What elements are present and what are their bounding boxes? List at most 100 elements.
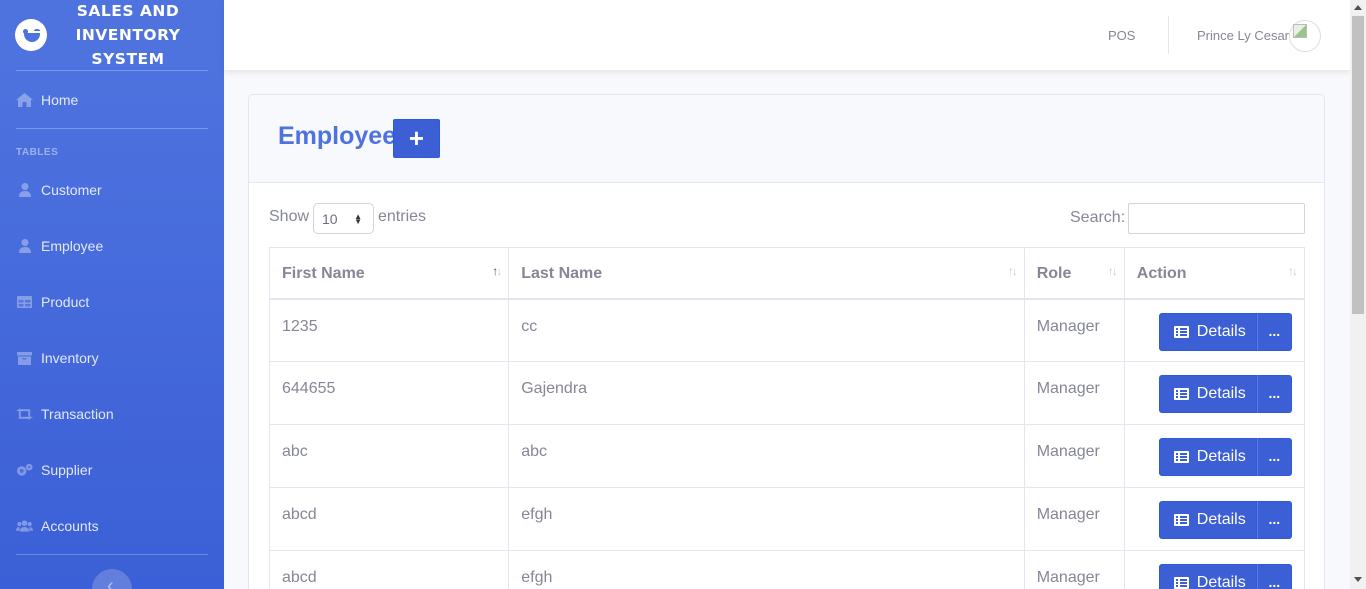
- action-cell: Details ...: [1123, 361, 1306, 425]
- users-icon: [16, 519, 33, 533]
- list-alt-icon: [1173, 451, 1189, 463]
- table-row: 644655 Gajendra Manager Details ...: [268, 361, 1306, 425]
- last-name-cell: efgh: [508, 550, 1025, 589]
- action-cell: Details ...: [1123, 487, 1306, 551]
- show-label: Show: [269, 208, 310, 225]
- column-header-first-name[interactable]: First Name ↑↓: [268, 247, 510, 300]
- more-options-button[interactable]: ...: [1256, 375, 1292, 413]
- details-button[interactable]: Details: [1158, 438, 1257, 476]
- last-name-cell: efgh: [508, 487, 1025, 551]
- sidebar-item-label: Home: [41, 91, 79, 108]
- sidebar-item-product[interactable]: Product: [0, 274, 224, 330]
- card-header: Employee +: [249, 95, 1324, 183]
- action-button-group: Details ...: [1158, 438, 1292, 476]
- last-name-cell: Gajendra: [508, 361, 1025, 425]
- sort-icon: ↑↓: [1107, 264, 1118, 278]
- add-employee-button[interactable]: +: [393, 119, 440, 158]
- action-button-group: Details ...: [1158, 501, 1292, 539]
- list-alt-icon: [1173, 388, 1189, 400]
- brand[interactable]: SALES AND INVENTORY SYSTEM: [0, 0, 224, 70]
- sidebar-item-accounts[interactable]: Accounts: [0, 498, 224, 554]
- sidebar-item-employee[interactable]: Employee: [0, 218, 224, 274]
- more-options-button[interactable]: ...: [1256, 438, 1292, 476]
- home-icon: [16, 92, 33, 107]
- sidebar-item-label: Product: [41, 294, 90, 310]
- role-cell: Manager: [1023, 361, 1125, 425]
- details-button[interactable]: Details: [1158, 375, 1257, 413]
- details-button[interactable]: Details: [1158, 501, 1257, 539]
- table-row: abc abc Manager Details ...: [268, 424, 1306, 488]
- employee-card: Employee + Show 10 ▲ ▼ entries Search: Fi…: [248, 94, 1325, 589]
- scroll-thumb[interactable]: [1352, 16, 1364, 314]
- scroll-down-arrow-icon[interactable]: [1354, 577, 1362, 582]
- column-header-last-name[interactable]: Last Name ↑↓: [508, 247, 1025, 300]
- table-row: 1235 cc Manager Details ...: [268, 298, 1306, 362]
- details-button[interactable]: Details: [1158, 564, 1257, 589]
- sidebar-toggle-button[interactable]: [92, 569, 132, 589]
- more-options-button[interactable]: ...: [1256, 564, 1292, 589]
- action-cell: Details ...: [1123, 550, 1306, 589]
- sidebar: SALES AND INVENTORY SYSTEM Home TABLES C…: [0, 0, 224, 589]
- sidebar-divider: [16, 554, 208, 555]
- sidebar-heading: TABLES: [16, 147, 59, 158]
- action-cell: Details ...: [1123, 298, 1306, 362]
- action-button-group: Details ...: [1158, 375, 1292, 413]
- more-options-button[interactable]: ...: [1256, 501, 1292, 539]
- topbar-divider: [1168, 16, 1169, 54]
- search-input[interactable]: [1128, 203, 1305, 234]
- plus-icon: +: [408, 123, 425, 153]
- sort-arrows-icon: ▲ ▼: [354, 212, 362, 226]
- table-row: abcd efgh Manager Details ...: [268, 487, 1306, 551]
- sidebar-item-customer[interactable]: Customer: [0, 162, 224, 218]
- topbar: POS Prince Ly Cesar: [224, 0, 1350, 70]
- role-cell: Manager: [1023, 487, 1125, 551]
- sidebar-item-label: Transaction: [41, 406, 114, 422]
- table-header-row: First Name ↑↓ Last Name ↑↓ Role ↑↓ Actio…: [268, 247, 1306, 300]
- sidebar-item-label: Employee: [41, 238, 104, 254]
- action-button-group: Details ...: [1158, 564, 1292, 589]
- first-name-cell: abc: [268, 424, 510, 488]
- list-alt-icon: [1173, 577, 1189, 589]
- details-button[interactable]: Details: [1158, 312, 1257, 351]
- action-cell: Details ...: [1123, 424, 1306, 488]
- search-label: Search:: [1070, 209, 1126, 226]
- role-cell: Manager: [1023, 424, 1125, 488]
- brand-title: SALES AND INVENTORY SYSTEM: [75, 2, 181, 68]
- sidebar-item-home[interactable]: Home: [0, 71, 224, 128]
- action-button-group: Details ...: [1158, 312, 1292, 351]
- first-name-cell: abcd: [268, 550, 510, 589]
- sidebar-item-transaction[interactable]: Transaction: [0, 386, 224, 442]
- employee-table: First Name ↑↓ Last Name ↑↓ Role ↑↓ Actio…: [268, 247, 1306, 589]
- avatar[interactable]: [1289, 20, 1321, 52]
- page-scrollbar[interactable]: [1350, 0, 1366, 589]
- pos-link[interactable]: POS: [1108, 28, 1135, 43]
- first-name-cell: 1235: [268, 298, 510, 362]
- sort-ascending-icon: ↑↓: [492, 264, 502, 278]
- role-cell: Manager: [1023, 550, 1125, 589]
- scroll-up-arrow-icon[interactable]: [1354, 5, 1362, 10]
- sort-icon: ↑↓: [1288, 264, 1298, 278]
- last-name-cell: cc: [508, 298, 1025, 362]
- sidebar-item-label: Accounts: [41, 518, 99, 534]
- user-name[interactable]: Prince Ly Cesar: [1197, 28, 1289, 43]
- first-name-cell: abcd: [268, 487, 510, 551]
- sidebar-item-inventory[interactable]: Inventory: [0, 330, 224, 386]
- sort-icon: ↑↓: [1007, 264, 1018, 278]
- archive-icon: [16, 351, 33, 365]
- cogs-icon: [16, 463, 33, 477]
- page-size-value: 10: [322, 211, 338, 227]
- more-options-button[interactable]: ...: [1256, 312, 1292, 351]
- sidebar-item-label: Customer: [41, 182, 102, 198]
- user-icon: [16, 183, 33, 197]
- list-alt-icon: [1173, 514, 1189, 526]
- column-header-action[interactable]: Action ↑↓: [1123, 247, 1306, 300]
- sidebar-item-supplier[interactable]: Supplier: [0, 442, 224, 498]
- page-title: Employee: [278, 122, 397, 150]
- laugh-wink-icon: [15, 19, 47, 51]
- first-name-cell: 644655: [268, 361, 510, 425]
- list-alt-icon: [1173, 325, 1189, 338]
- column-header-role[interactable]: Role ↑↓: [1023, 247, 1125, 300]
- page-size-select[interactable]: 10 ▲ ▼: [313, 203, 374, 234]
- retweet-icon: [16, 407, 33, 421]
- sidebar-item-label: Supplier: [41, 462, 93, 478]
